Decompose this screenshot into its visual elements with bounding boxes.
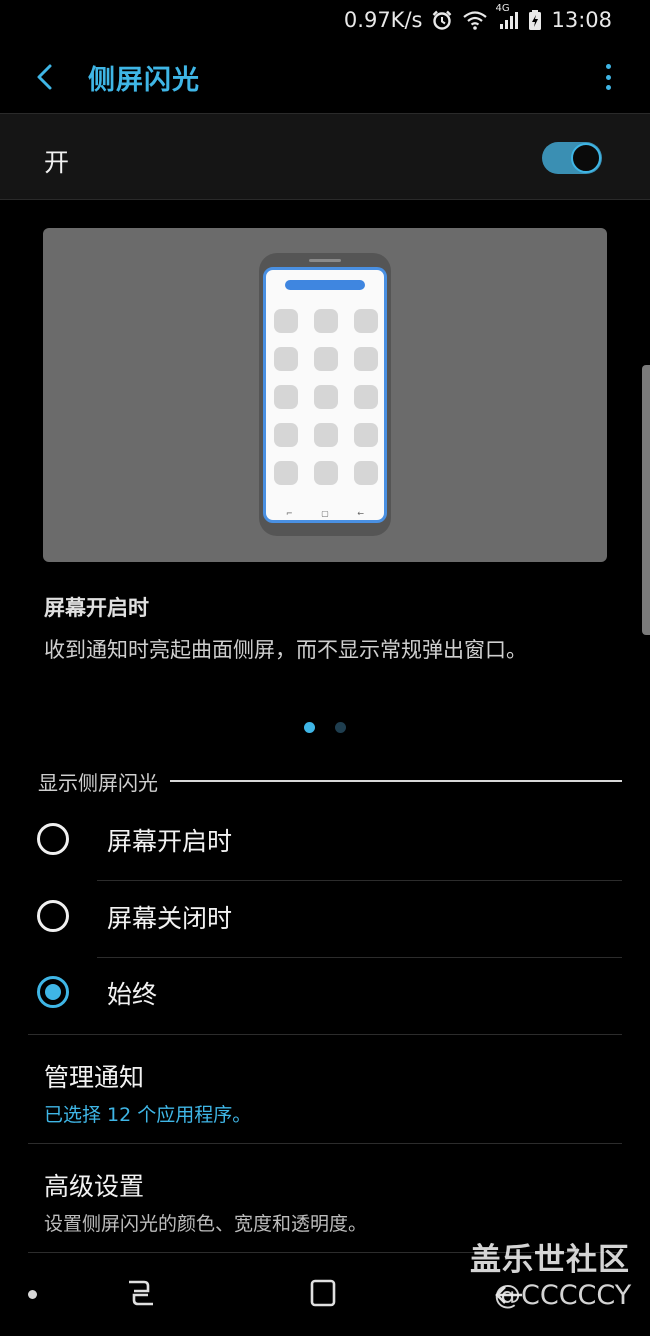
- page-dot-active: [304, 722, 315, 733]
- preview-illustration[interactable]: ⌐ ▢ ←: [43, 228, 607, 562]
- radio-button[interactable]: [37, 900, 69, 932]
- battery-charging-icon: [528, 9, 542, 31]
- radio-button-selected[interactable]: [37, 976, 69, 1008]
- option-label: 屏幕关闭时: [107, 904, 233, 933]
- option-label: 屏幕开启时: [107, 827, 233, 856]
- section-divider: [170, 780, 622, 782]
- notification-bar: [285, 280, 365, 290]
- advanced-settings-title: 高级设置: [44, 1172, 145, 1201]
- page-dot-inactive: [335, 722, 346, 733]
- alarm-icon: [431, 9, 453, 31]
- app-header: 侧屏闪光: [0, 44, 650, 110]
- manage-notifications-subtitle: 已选择 12 个应用程序。: [44, 1104, 252, 1126]
- advanced-settings-subtitle: 设置侧屏闪光的颜色、宽度和透明度。: [44, 1213, 368, 1235]
- home-button[interactable]: [309, 1278, 337, 1312]
- description-text: 收到通知时亮起曲面侧屏，而不显示常规弹出窗口。: [44, 638, 527, 662]
- manage-notifications-item[interactable]: 管理通知 已选择 12 个应用程序。: [0, 1036, 650, 1144]
- divider: [28, 1143, 622, 1144]
- watermark-title: 盖乐世社区: [470, 1242, 630, 1278]
- edge-lighting-screen: ⌐ ▢ ←: [263, 267, 387, 523]
- net-speed: 0.97K/s: [343, 8, 423, 32]
- option-screen-on[interactable]: 屏幕开启时: [0, 805, 650, 881]
- divider: [28, 1034, 622, 1035]
- recent-apps-icon: [129, 1280, 153, 1306]
- page-indicator: [304, 722, 346, 733]
- chevron-left-icon: [37, 64, 52, 90]
- phone-illustration: ⌐ ▢ ←: [259, 253, 391, 536]
- app-grid: [274, 309, 378, 485]
- nav-dot-icon[interactable]: [28, 1290, 37, 1299]
- scrollbar[interactable]: [642, 365, 650, 635]
- status-bar: 0.97K/s 4G 13:08: [0, 0, 650, 40]
- master-toggle[interactable]: [542, 142, 602, 174]
- manage-notifications-title: 管理通知: [44, 1063, 145, 1092]
- signal-icon: 4G: [495, 3, 519, 31]
- description-title: 屏幕开启时: [44, 596, 149, 620]
- option-screen-off[interactable]: 屏幕关闭时: [0, 882, 650, 958]
- radio-button[interactable]: [37, 823, 69, 855]
- toggle-knob: [571, 143, 601, 173]
- home-icon: [310, 1279, 336, 1307]
- recent-apps-button[interactable]: [126, 1278, 156, 1312]
- network-type: 4G: [495, 3, 510, 14]
- master-switch-label: 开: [44, 148, 70, 177]
- clock: 13:08: [551, 8, 612, 32]
- option-always[interactable]: 始终: [0, 958, 650, 1034]
- watermark-handle: @CCCCCY: [494, 1280, 632, 1311]
- option-label: 始终: [107, 980, 158, 1009]
- page-title: 侧屏闪光: [88, 65, 200, 96]
- master-switch-row[interactable]: 开: [0, 113, 650, 200]
- wifi-icon: [462, 9, 488, 31]
- phone-nav-illustration: ⌐ ▢ ←: [286, 509, 364, 518]
- more-options-button[interactable]: [602, 60, 614, 94]
- more-vertical-icon: [605, 64, 611, 69]
- section-header: 显示侧屏闪光: [38, 766, 622, 796]
- back-button[interactable]: [28, 60, 60, 94]
- section-title: 显示侧屏闪光: [38, 770, 158, 795]
